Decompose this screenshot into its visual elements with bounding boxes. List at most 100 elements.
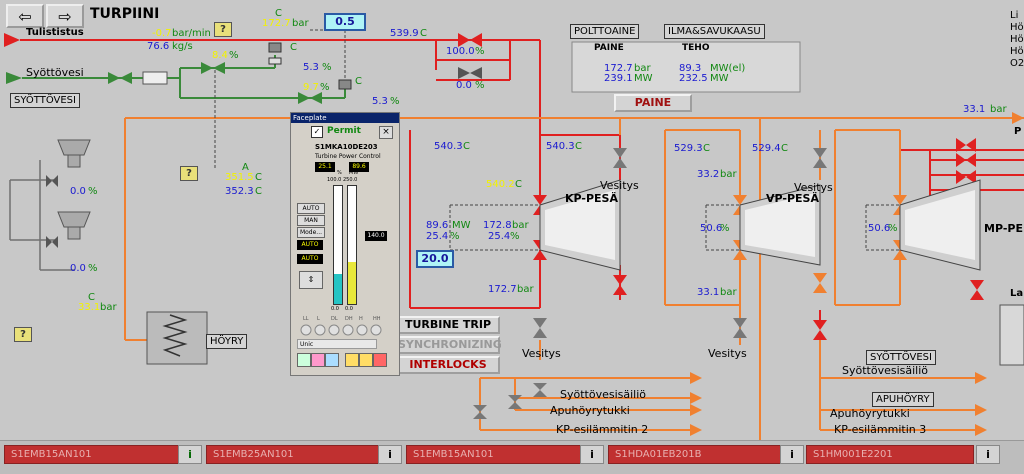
right-p-label: P (1014, 126, 1022, 137)
temp-b-value: 352.3 (225, 186, 254, 197)
right-la-label: La (1010, 288, 1024, 299)
led-label: H (359, 316, 363, 322)
c-unit: C (463, 141, 470, 152)
faceplate-window[interactable]: Faceplate ✓ Permit × S1MKA10DE203 Turbin… (290, 112, 400, 376)
alarm-item[interactable]: S1HM001E2201 (806, 445, 974, 464)
info-button[interactable]: i (780, 445, 804, 464)
faceplate-scale-top: 100.0 (327, 177, 342, 183)
faceplate-unit-right: MW (349, 170, 359, 176)
bar-unit: bar (517, 284, 534, 295)
paine2-value: 239.1 (604, 73, 633, 84)
faceplate-tag: S1MKA10DE203 (315, 143, 378, 151)
permit-checkbox[interactable]: ✓ (311, 126, 323, 138)
help-button[interactable]: ? (214, 22, 232, 37)
c-unit: C (781, 143, 788, 154)
rate-unit: bar/min (172, 28, 211, 39)
bar-unit: bar (720, 287, 737, 298)
pct-unit: % (88, 186, 98, 197)
man-button[interactable]: MAN (297, 215, 325, 226)
outlet-label: KP-esilämmitin 3 (834, 423, 927, 436)
auto-status: AUTO (297, 240, 323, 250)
tool-icon[interactable] (373, 353, 387, 367)
tool-icon[interactable] (311, 353, 325, 367)
outlet-label: Apuhöyrytukki (830, 407, 910, 420)
back-button[interactable]: ⇦ (6, 4, 44, 28)
kp-pct-left-value: 25.4 (426, 231, 449, 242)
tool-icon[interactable] (297, 353, 311, 367)
pct-unit: % (390, 96, 400, 107)
pct-unit: % (475, 80, 485, 91)
help-button[interactable]: ? (180, 166, 198, 181)
polttoaine-tab[interactable]: POLTTOAINE (570, 24, 640, 39)
teho2-value: 232.5 (679, 73, 708, 84)
info-button[interactable]: i (378, 445, 402, 464)
faceplate-unit-box[interactable]: Unic (297, 339, 377, 349)
led-label: LL (303, 316, 309, 322)
pct-a-value: 5.3 (303, 62, 319, 73)
info-button[interactable]: i (976, 445, 1000, 464)
faceplate-stepper[interactable]: ⇕ (299, 271, 323, 289)
alarm-item[interactable]: S1EMB15AN101 (406, 445, 584, 464)
pct-b-value: 9.7 (303, 82, 319, 93)
faceplate-desc: Turbine Power Control (315, 153, 381, 160)
tool-icon[interactable] (359, 353, 373, 367)
outlet-label: Apuhöyrytukki (550, 404, 630, 417)
auto-button[interactable]: AUTO (297, 203, 325, 214)
kp-bottom-bar-value: 172.7 (488, 284, 517, 295)
alarm-item[interactable]: S1HDA01EB201B (608, 445, 786, 464)
right-label: Hö (1010, 22, 1024, 33)
right-bar-value: 33.1 (963, 104, 986, 115)
tool-icon[interactable] (325, 353, 339, 367)
apuhoyry-tag[interactable]: APUHÖYRY (872, 392, 934, 407)
alarm-item[interactable]: S1EMB25AN101 (206, 445, 384, 464)
faceplate-title: Faceplate (293, 114, 327, 122)
faceplate-value-left: 25.1 (315, 162, 335, 172)
bar-unit: bar (720, 169, 737, 180)
vp-bar-b-value: 33.1 (697, 287, 720, 298)
outlet-label: KP-esilämmitin 2 (556, 423, 649, 436)
paine-button[interactable]: PAINE (614, 94, 692, 112)
left-pct1-value: 0.0 (70, 186, 86, 197)
led-label: HH (373, 316, 381, 322)
tool-icon[interactable] (345, 353, 359, 367)
help-button[interactable]: ? (14, 327, 32, 342)
right-label: Hö (1010, 34, 1024, 45)
info-button[interactable]: i (580, 445, 604, 464)
faceplate-leds (300, 324, 382, 336)
kp-temp-yel-value: 540.2 (486, 179, 515, 190)
alarm-item[interactable]: S1EMB15AN101 (4, 445, 182, 464)
auto-status: AUTO (297, 254, 323, 264)
info-button[interactable]: i (178, 445, 202, 464)
kp-mw-value: 89.6 (426, 220, 449, 231)
syottovesi-label: Syöttövesi (26, 66, 84, 79)
vp-temp2-value: 529.4 (752, 143, 781, 154)
right-label: Li (1010, 10, 1019, 21)
syottovesi-tag[interactable]: SYÖTTÖVESI (866, 350, 936, 365)
tulististus-label: Tulististus (26, 27, 84, 38)
synchronizing-button[interactable]: SYNCHRONIZING (396, 336, 502, 354)
led-label: DH (345, 316, 353, 322)
hoyry-tag[interactable]: HÖYRY (206, 334, 248, 349)
vp-pct-value: 50.6 (700, 223, 723, 234)
syottovesi-tag[interactable]: SYÖTTÖVESI (10, 93, 80, 108)
faceplate-close-button[interactable]: × (379, 126, 393, 139)
faceplate-titlebar[interactable]: Faceplate (291, 113, 399, 123)
paine-header: PAINE (594, 43, 624, 53)
pct-unit: % (888, 223, 898, 234)
kp-pesa-label: KP-PESÄ (565, 192, 618, 205)
mode-button[interactable]: Mode... (297, 227, 325, 238)
vesitys-label: Vesitys (600, 179, 639, 192)
vp-pesa-label: VP-PESÄ (766, 192, 819, 205)
right-label: Hö (1010, 46, 1024, 57)
interlocks-button[interactable]: INTERLOCKS (396, 356, 500, 374)
bypass-a-value: 100.0 (446, 46, 475, 57)
pct-unit: % (322, 62, 332, 73)
turbine-trip-button[interactable]: TURBINE TRIP (396, 316, 500, 334)
top-value-box[interactable]: 0.5 (324, 13, 366, 31)
c-unit: C (515, 179, 522, 190)
ilma-savukaasu-tab[interactable]: ILMA&SAVUKAASU (664, 24, 765, 39)
kp-setpoint-box[interactable]: 20.0 (416, 250, 454, 268)
faceplate-setpoint[interactable]: 140.0 (365, 231, 387, 241)
forward-button[interactable]: ⇨ (46, 4, 84, 28)
kp-temp2-value: 540.3 (546, 141, 575, 152)
